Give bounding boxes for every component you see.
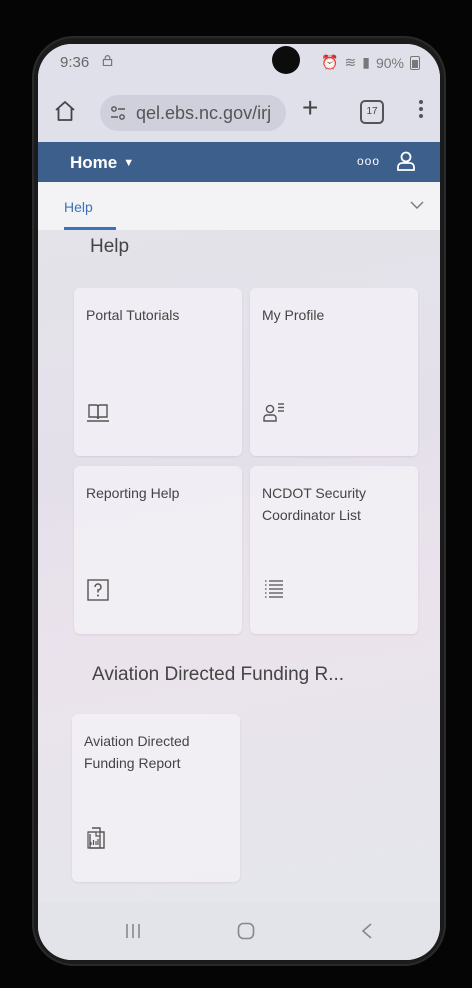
tile-title: Aviation Directed Funding Report	[84, 733, 190, 771]
system-nav-bar	[38, 902, 440, 960]
phone-screen: 9:36 ⏰ ≋ ▮ 90% qel.ebs.nc.gov/irj + 17 H…	[38, 44, 440, 960]
browser-menu-icon[interactable]	[418, 98, 424, 122]
list-icon	[265, 580, 283, 598]
tile-aviation-directed-funding-report[interactable]: Aviation Directed Funding Report	[72, 714, 240, 882]
home-label: Home	[70, 153, 118, 172]
tile-title: Reporting Help	[86, 485, 180, 501]
more-options-icon[interactable]: ooo	[357, 154, 380, 168]
tile-ncdot-security-coordinator-list[interactable]: NCDOT Security Coordinator List	[250, 466, 418, 634]
alarm-icon: ⏰	[321, 54, 339, 70]
tile-portal-tutorials[interactable]: Portal Tutorials	[74, 288, 242, 456]
shell-bar: Home ▼ ooo	[38, 142, 440, 182]
browser-toolbar: qel.ebs.nc.gov/irj + 17	[38, 84, 440, 142]
section-title-aviation: Aviation Directed Funding R...	[92, 664, 345, 685]
tile-title: NCDOT Security Coordinator List	[262, 485, 366, 523]
tile-reporting-help[interactable]: Reporting Help	[74, 466, 242, 634]
status-indicators: ⏰ ≋ ▮ 90%	[321, 54, 420, 71]
front-camera	[272, 46, 300, 74]
battery-level: 90%	[375, 54, 404, 71]
home-nav-icon[interactable]	[237, 922, 255, 940]
site-settings-icon[interactable]	[110, 105, 126, 121]
caret-down-icon: ▼	[123, 157, 135, 169]
content-area: Help Portal Tutorials My Profile Reporti…	[38, 230, 440, 902]
chevron-down-icon[interactable]	[410, 200, 424, 210]
tile-title: My Profile	[262, 307, 325, 323]
address-bar[interactable]: qel.ebs.nc.gov/irj	[100, 95, 286, 131]
recent-apps-icon[interactable]	[124, 922, 142, 940]
new-tab-button[interactable]: +	[302, 94, 318, 122]
back-icon[interactable]	[361, 922, 373, 940]
question-icon	[87, 579, 109, 601]
section-title-help: Help	[90, 236, 130, 257]
battery-icon	[410, 55, 420, 70]
home-icon[interactable]	[54, 100, 76, 122]
signal-icon: ▮	[362, 54, 370, 70]
wifi-icon: ≋	[344, 54, 357, 70]
tile-my-profile[interactable]: My Profile	[250, 288, 418, 456]
lock-icon	[102, 55, 113, 66]
tile-title: Portal Tutorials	[86, 307, 180, 323]
home-menu-button[interactable]: Home ▼	[70, 153, 134, 173]
user-icon[interactable]	[395, 150, 417, 172]
tab-switcher-button[interactable]: 17	[360, 100, 384, 124]
page-tab-bar: Help	[38, 182, 440, 231]
profile-icon	[263, 403, 284, 422]
status-bar: 9:36 ⏰ ≋ ▮ 90%	[38, 44, 440, 84]
report-icon	[87, 827, 105, 849]
tab-help[interactable]: Help	[64, 199, 93, 215]
status-time: 9:36	[60, 54, 90, 71]
book-icon	[87, 404, 109, 422]
url-text: qel.ebs.nc.gov/irj	[136, 103, 272, 123]
